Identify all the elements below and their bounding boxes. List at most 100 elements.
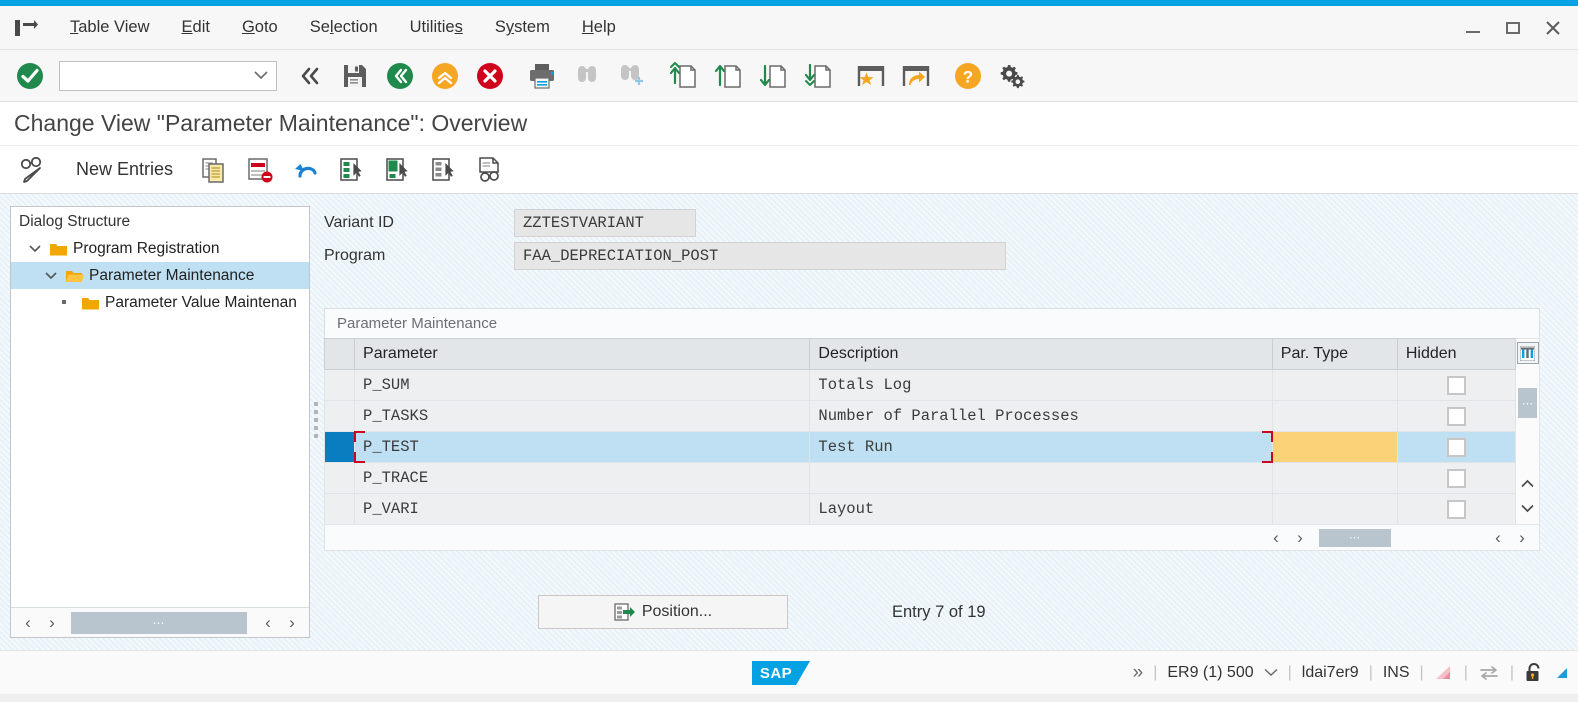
tree-item-program-registration[interactable]: Program Registration — [11, 235, 309, 262]
copy-as-icon[interactable] — [193, 150, 235, 190]
hidden-checkbox[interactable] — [1446, 468, 1466, 488]
cell-parameter[interactable]: P_TEST — [354, 431, 811, 464]
previous-page-icon[interactable] — [709, 56, 749, 96]
create-session-icon[interactable] — [851, 56, 891, 96]
variant-id-field[interactable]: ZZTESTVARIANT — [514, 209, 696, 237]
row-selector[interactable] — [323, 369, 356, 401]
scroll-right-button[interactable]: › — [41, 611, 63, 635]
cell-parameter[interactable]: P_TASKS — [354, 400, 811, 432]
cell-parameter[interactable]: P_VARI — [354, 493, 811, 525]
column-header-select[interactable] — [323, 338, 356, 370]
grid-scroll-left-button[interactable]: ‹ — [1265, 526, 1287, 550]
chevron-down-icon[interactable] — [29, 244, 47, 253]
table-row[interactable]: P_VARI Layout — [323, 493, 1517, 525]
system-menu-icon[interactable] — [12, 16, 40, 40]
enter-check-icon[interactable] — [10, 56, 50, 96]
command-field[interactable] — [59, 60, 277, 91]
tree-horizontal-scrollbar[interactable]: ‹ › ⋯ ‹ › — [11, 607, 309, 637]
menu-item-help[interactable]: Help — [566, 16, 632, 39]
select-block-icon[interactable] — [377, 150, 419, 190]
column-header-par-type[interactable]: Par. Type — [1271, 338, 1398, 370]
chevron-down-icon[interactable] — [45, 271, 63, 280]
minimize-button[interactable] — [1462, 17, 1484, 39]
column-header-parameter[interactable]: Parameter — [354, 338, 811, 370]
find-icon[interactable] — [567, 56, 607, 96]
panel-splitter[interactable] — [311, 206, 320, 638]
scroll-page-right-button[interactable]: › — [281, 611, 303, 635]
close-button[interactable] — [1542, 17, 1564, 39]
hidden-checkbox[interactable] — [1446, 406, 1466, 426]
cell-description[interactable] — [809, 462, 1273, 494]
exit-up-icon[interactable] — [425, 56, 465, 96]
new-entries-button[interactable]: New Entries — [60, 159, 189, 180]
row-selector[interactable] — [323, 462, 356, 494]
position-button[interactable]: Position... — [538, 595, 788, 629]
cell-description[interactable]: Layout — [809, 493, 1273, 525]
grid-scroll-thumb[interactable]: ⋯ — [1319, 528, 1391, 547]
chevron-down-icon[interactable] — [254, 71, 268, 80]
back-icon[interactable] — [290, 56, 330, 96]
details-icon[interactable] — [469, 150, 511, 190]
cell-hidden[interactable] — [1396, 493, 1517, 525]
first-page-icon[interactable] — [664, 56, 704, 96]
cancel-icon[interactable] — [470, 56, 510, 96]
help-icon[interactable]: ? — [948, 56, 988, 96]
hidden-checkbox[interactable] — [1446, 437, 1466, 457]
hidden-checkbox[interactable] — [1446, 499, 1466, 519]
row-selector[interactable] — [323, 493, 356, 525]
resize-grip[interactable] — [1554, 666, 1568, 680]
cell-hidden[interactable] — [1396, 369, 1517, 401]
table-row[interactable]: P_TRACE — [323, 462, 1517, 494]
table-row-selected[interactable]: P_TEST Test Run — [323, 431, 1517, 464]
scroll-up-button[interactable] — [1517, 472, 1539, 496]
menu-item-system[interactable]: System — [479, 16, 566, 39]
scroll-left-button[interactable]: ‹ — [17, 611, 39, 635]
grid-page-left-button[interactable]: ‹ — [1487, 526, 1509, 550]
transfer-icon[interactable] — [1478, 664, 1500, 682]
row-selector-selected[interactable] — [323, 431, 356, 463]
next-page-icon[interactable] — [754, 56, 794, 96]
table-row[interactable]: P_TASKS Number of Parallel Processes — [323, 400, 1517, 432]
row-selector[interactable] — [323, 400, 356, 432]
menu-item-utilities[interactable]: Utilities — [394, 16, 479, 39]
cell-description[interactable]: Totals Log — [809, 369, 1273, 401]
grid-vertical-scrollbar[interactable]: ⋯ — [1516, 338, 1540, 525]
cell-hidden[interactable] — [1396, 431, 1517, 463]
menu-item-goto[interactable]: Goto — [226, 16, 294, 39]
save-icon[interactable] — [335, 56, 375, 96]
column-header-hidden[interactable]: Hidden — [1396, 338, 1517, 370]
undo-icon[interactable] — [285, 150, 327, 190]
select-all-icon[interactable] — [331, 150, 373, 190]
last-page-icon[interactable] — [799, 56, 839, 96]
signal-icon[interactable] — [1434, 664, 1454, 682]
scroll-track[interactable]: ⋯ — [65, 611, 255, 634]
find-next-icon[interactable] — [612, 56, 652, 96]
display-change-icon[interactable] — [12, 150, 56, 190]
back-green-icon[interactable] — [380, 56, 420, 96]
grid-horizontal-scrollbar[interactable]: ‹ › ⋯ ‹ › — [324, 525, 1540, 551]
program-field[interactable]: FAA_DEPRECIATION_POST — [514, 242, 1006, 270]
scroll-page-left-button[interactable]: ‹ — [257, 611, 279, 635]
cell-parameter[interactable]: P_TRACE — [354, 462, 811, 494]
maximize-button[interactable] — [1502, 17, 1524, 39]
cell-description[interactable]: Number of Parallel Processes — [809, 400, 1273, 432]
system-chevron-down-icon[interactable] — [1264, 668, 1278, 677]
status-expand-icon[interactable]: » — [1133, 662, 1144, 684]
scroll-down-button[interactable] — [1517, 496, 1539, 520]
command-input[interactable] — [60, 62, 238, 89]
cell-description[interactable]: Test Run — [809, 431, 1274, 464]
grid-scroll-right-button[interactable]: › — [1289, 526, 1311, 550]
cell-hidden[interactable] — [1396, 462, 1517, 494]
menu-item-table-view[interactable]: TTable Viewable View — [54, 16, 166, 39]
cell-par-type[interactable] — [1271, 400, 1398, 432]
cell-par-type[interactable] — [1271, 493, 1398, 525]
tree-item-parameter-value-maintenance[interactable]: Parameter Value Maintenan — [11, 289, 309, 316]
menu-item-edit[interactable]: Edit — [166, 16, 226, 39]
cell-par-type[interactable] — [1271, 462, 1398, 494]
menu-item-selection[interactable]: Selection — [294, 16, 394, 39]
unlocked-icon[interactable] — [1524, 662, 1544, 684]
print-icon[interactable] — [522, 56, 562, 96]
cell-par-type-focused[interactable] — [1271, 431, 1398, 463]
hidden-checkbox[interactable] — [1446, 375, 1466, 395]
cell-parameter[interactable]: P_SUM — [354, 369, 811, 401]
